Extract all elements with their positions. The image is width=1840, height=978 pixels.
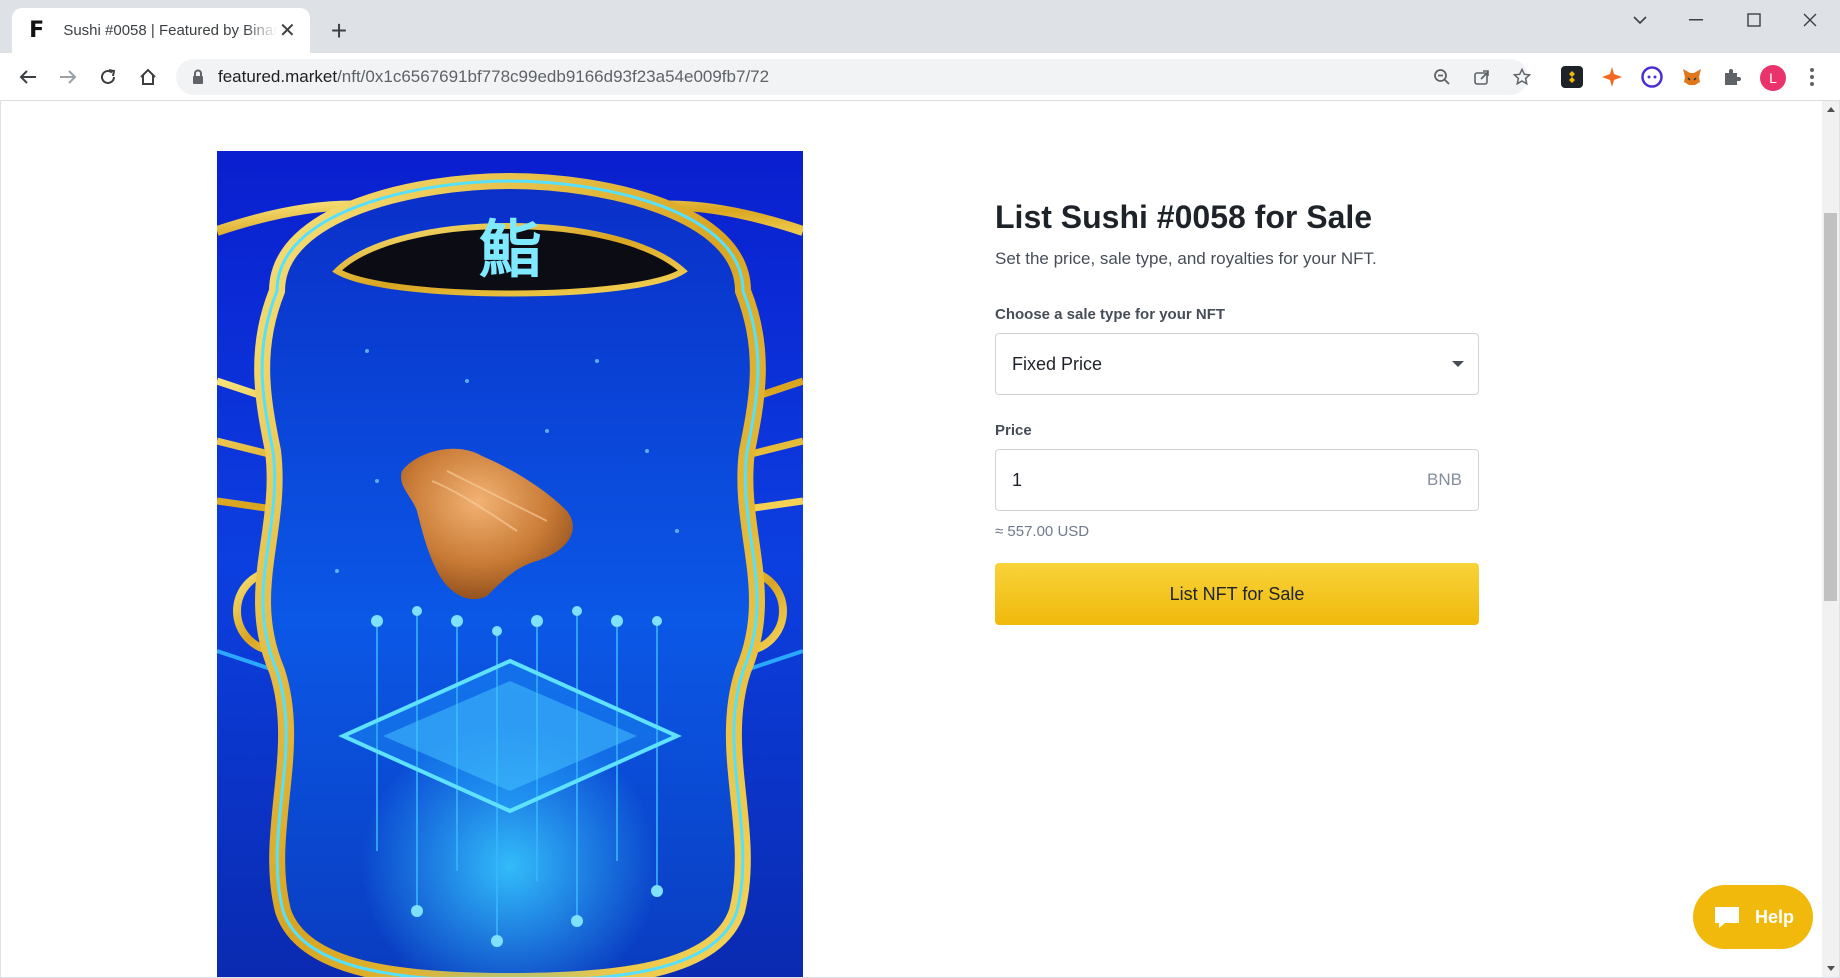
reload-icon[interactable] (92, 61, 124, 93)
page-viewport: 鮨 List Sushi #0058 for Sale Set the pric… (1, 101, 1839, 977)
price-label: Price (995, 422, 1032, 439)
tab-search-icon[interactable] (1612, 0, 1668, 40)
sale-type-value: Fixed Price (1012, 353, 1103, 374)
page-subtitle: Set the price, sale type, and royalties … (995, 249, 1377, 268)
home-icon[interactable] (132, 61, 164, 93)
url-text[interactable]: featured.market/nft/0x1c6567691bf778c99e… (218, 59, 769, 95)
browser-tab[interactable]: F Sushi #0058 | Featured by Binance ✕ (12, 8, 310, 53)
forward-arrow-icon[interactable] (52, 61, 84, 93)
profile-avatar[interactable]: L (1760, 65, 1786, 91)
chat-extension-icon[interactable] (1640, 65, 1664, 89)
close-window-button[interactable] (1782, 0, 1838, 40)
nft-image: 鮨 (217, 151, 803, 977)
caret-down-icon (1452, 361, 1464, 367)
lock-icon[interactable] (192, 69, 204, 90)
url-path: /nft/0x1c6567691bf778c99edb9166d93f23a54… (337, 67, 770, 86)
list-nft-button[interactable]: List NFT for Sale (995, 563, 1479, 625)
scroll-down-arrow-icon[interactable] (1822, 960, 1839, 977)
spark-extension-icon[interactable] (1600, 65, 1624, 89)
scroll-up-arrow-icon[interactable] (1822, 101, 1839, 118)
scroll-thumb[interactable] (1824, 213, 1837, 601)
zoom-icon[interactable] (1428, 63, 1456, 91)
url-domain: featured.market (218, 67, 338, 86)
page-title: List Sushi #0058 for Sale (995, 199, 1373, 235)
featured-favicon-icon: F (29, 18, 45, 43)
tab-title: Sushi #0058 | Featured by Binance (63, 22, 277, 39)
extensions-puzzle-icon[interactable] (1720, 65, 1744, 89)
page-scrollbar[interactable] (1822, 101, 1839, 977)
nft-kanji: 鮨 (479, 213, 541, 286)
back-arrow-icon[interactable] (12, 61, 44, 93)
bookmark-star-icon[interactable] (1508, 63, 1536, 91)
price-unit: BNB (1427, 470, 1462, 489)
chat-bubble-icon (1715, 907, 1739, 928)
minimize-button[interactable] (1668, 0, 1724, 40)
sale-type-label: Choose a sale type for your NFT (995, 306, 1226, 323)
close-tab-icon[interactable]: ✕ (277, 20, 298, 42)
metamask-fox-icon[interactable] (1680, 65, 1704, 89)
browser-menu-icon[interactable] (1800, 65, 1824, 89)
binance-wallet-extension-icon[interactable] (1560, 65, 1584, 89)
help-button[interactable]: Help (1693, 885, 1813, 949)
browser-toolbar: featured.market/nft/0x1c6567691bf778c99e… (0, 53, 1840, 101)
new-tab-button[interactable]: + (324, 15, 354, 46)
help-label: Help (1755, 906, 1795, 927)
listing-form: List Sushi #0058 for Sale Set the price,… (995, 197, 1479, 625)
price-input[interactable]: 1 BNB (995, 449, 1479, 511)
sale-type-select[interactable]: Fixed Price (995, 333, 1479, 395)
price-value: 1 (1012, 469, 1023, 490)
tab-strip: F Sushi #0058 | Featured by Binance ✕ + (0, 0, 1840, 53)
maximize-button[interactable] (1726, 0, 1782, 40)
address-bar[interactable]: featured.market/nft/0x1c6567691bf778c99e… (176, 59, 1531, 95)
usd-estimate: ≈ 557.00 USD (995, 523, 1090, 540)
share-icon[interactable] (1468, 63, 1496, 91)
